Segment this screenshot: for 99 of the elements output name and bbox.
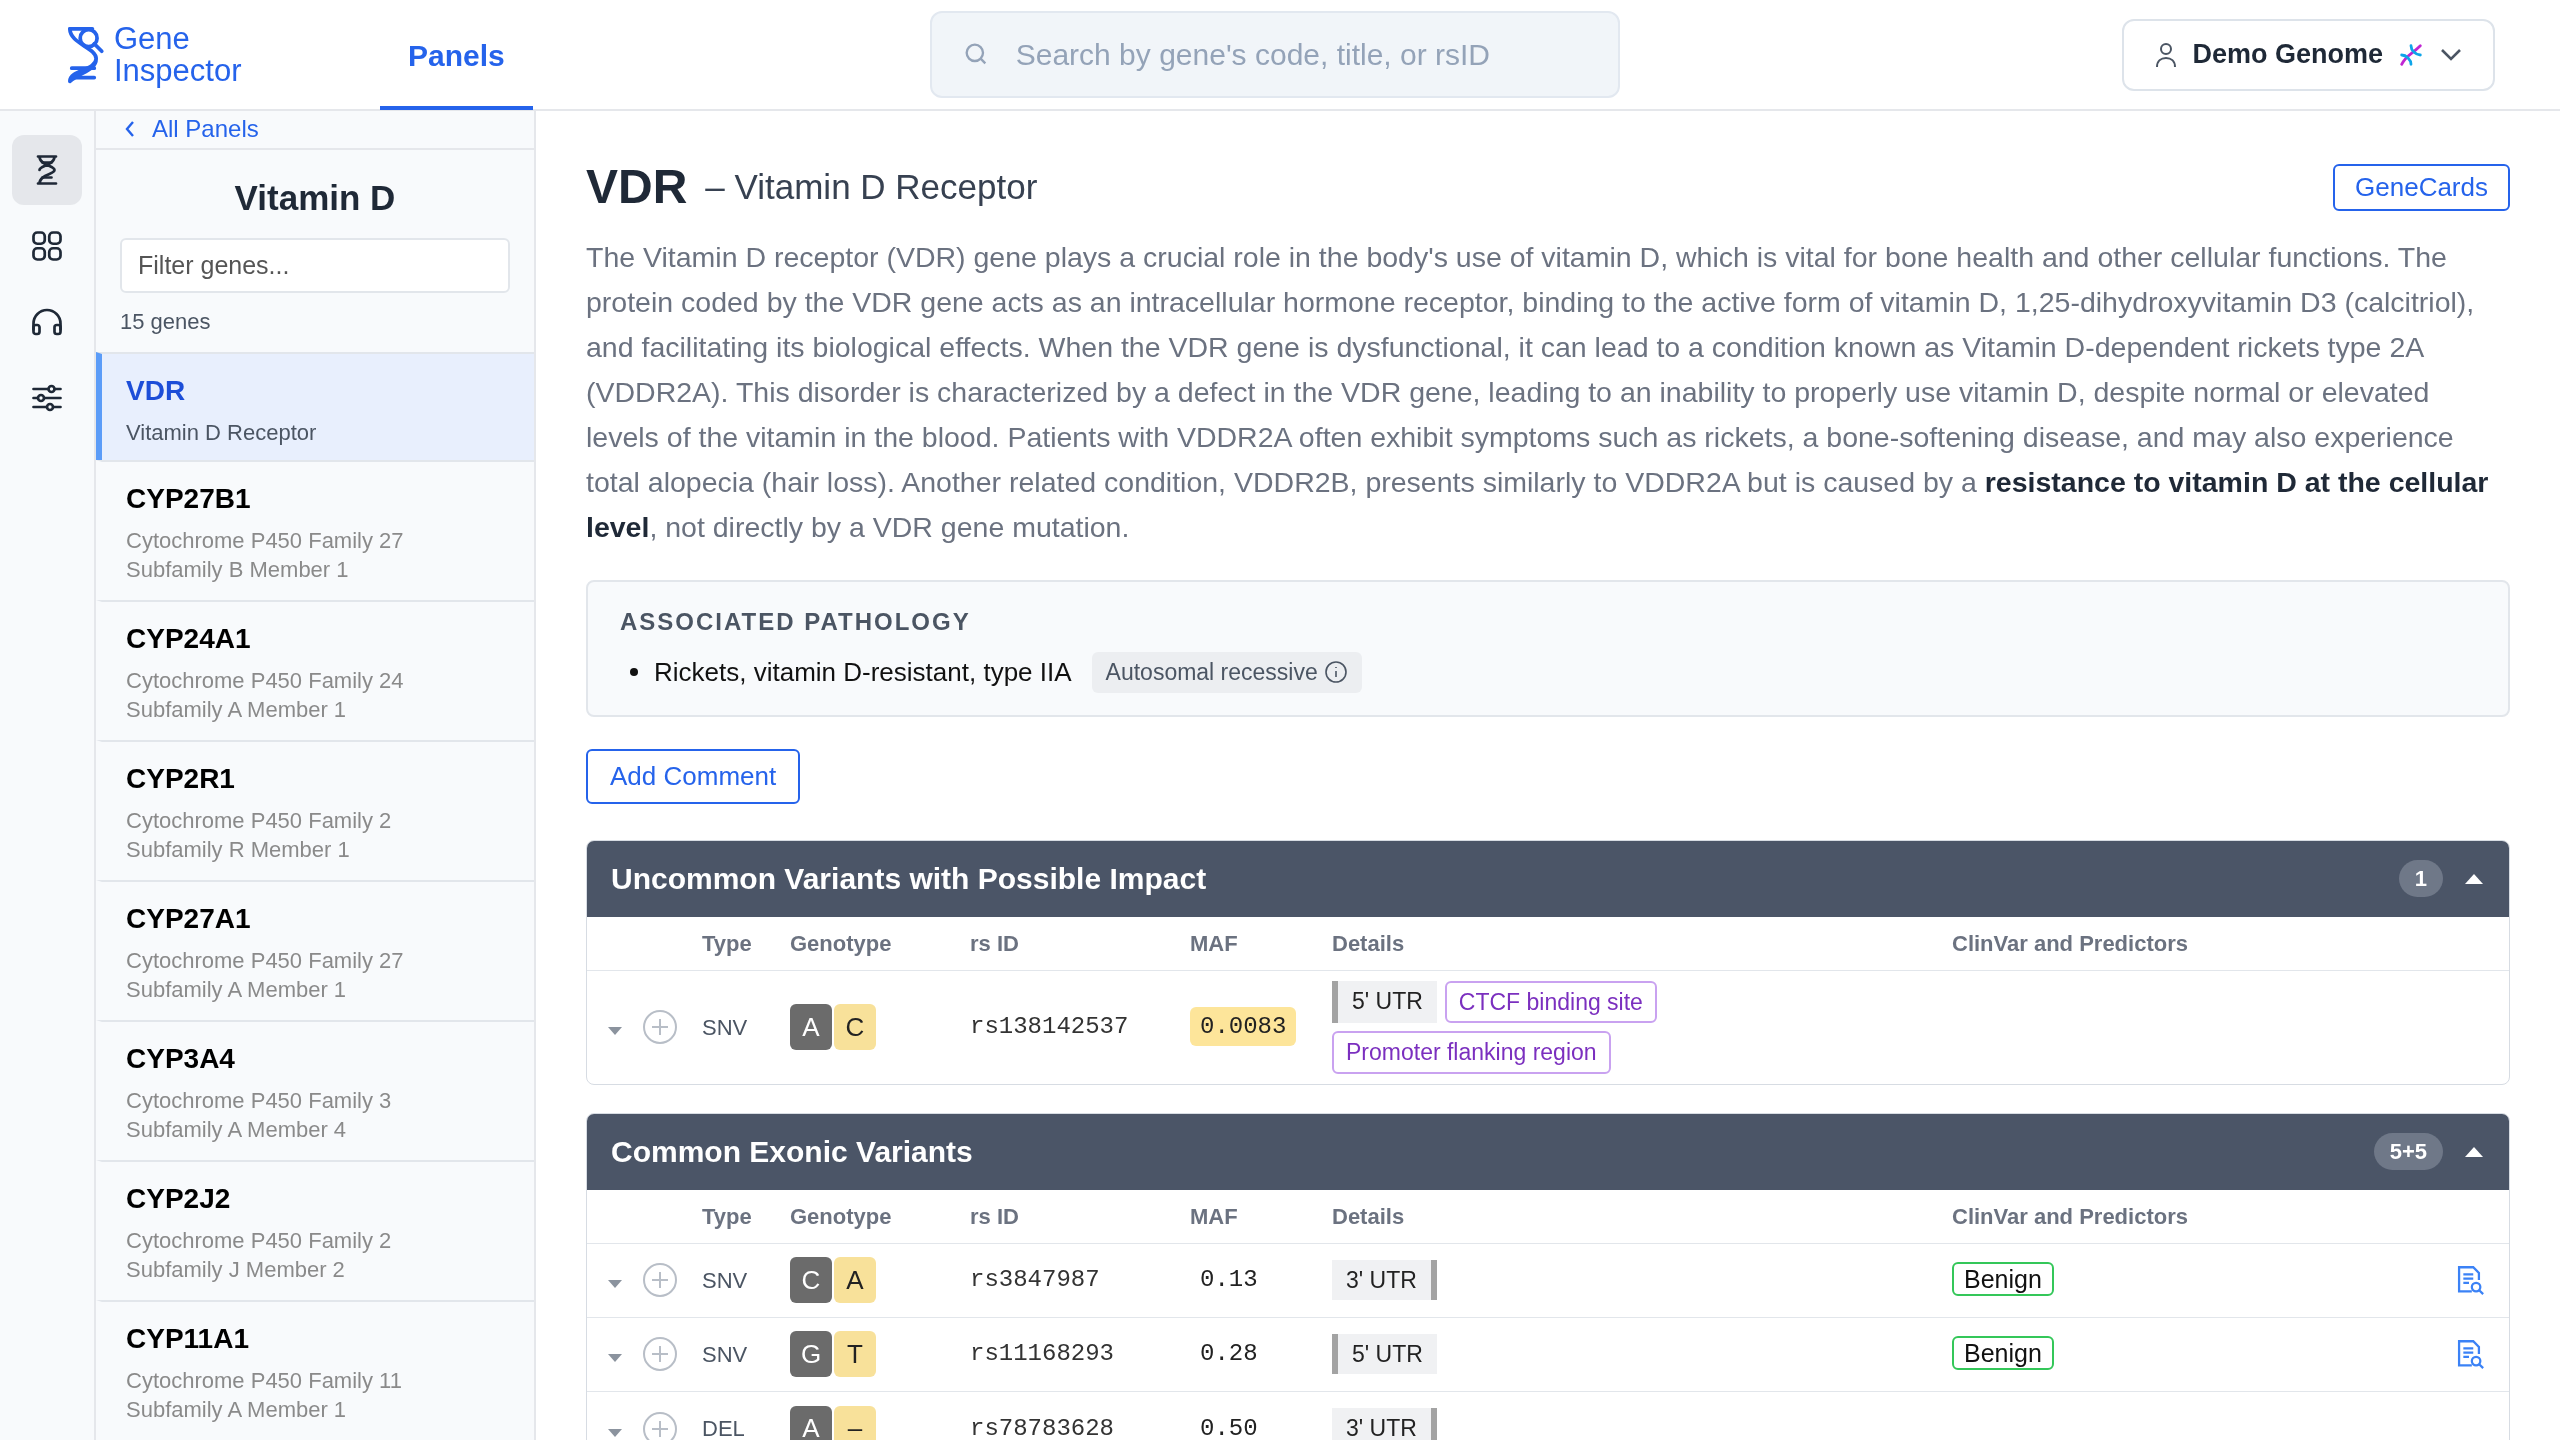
column-header: Type <box>702 929 753 958</box>
profile-button[interactable]: Demo Genome <box>2122 18 2495 91</box>
gene-name: Cytochrome P450 Family 24 Subfamily A Member 1 <box>126 667 405 724</box>
pathology-heading: ASSOCIATED PATHOLOGY <box>620 607 972 637</box>
gene-symbol-title: VDR <box>586 159 688 215</box>
search-field[interactable]: Search by gene's code, title, or rsID <box>929 11 1620 98</box>
column-header: MAF <box>1190 1202 1239 1231</box>
info-icon <box>1323 660 1348 685</box>
add-icon[interactable] <box>642 1009 678 1045</box>
gene-name: Vitamin D Receptor <box>126 419 318 447</box>
add-icon[interactable] <box>642 1410 678 1440</box>
rail-button[interactable] <box>12 135 82 205</box>
gene-list-item[interactable]: CYP24A1 Cytochrome P450 Family 24 Subfamily A Member 1 <box>96 600 534 740</box>
variant-type: SNV <box>702 1340 749 1369</box>
grid-icon <box>29 228 65 264</box>
gene-symbol: VDR <box>126 374 187 408</box>
region-tag: 5' UTR <box>1332 980 1437 1023</box>
gene-count: 15 genes <box>120 308 212 336</box>
gene-list-item[interactable]: VDR Vitamin D Receptor <box>96 352 534 460</box>
region-tag: 5' UTR <box>1332 1333 1437 1375</box>
section-header[interactable]: Common Exonic Variants 5+5 <box>587 1113 2509 1190</box>
add-icon[interactable] <box>642 1262 678 1298</box>
allele: A <box>834 1257 876 1303</box>
column-header: Type <box>702 1202 753 1231</box>
add-comment-button[interactable]: Add Comment <box>586 748 801 804</box>
clinvar-badge: Benign <box>1952 1262 2054 1297</box>
back-link[interactable]: All Panels <box>124 111 259 148</box>
column-header: Details <box>1332 929 1406 958</box>
gene-symbol: CYP11A1 <box>126 1322 250 1356</box>
clinvar-badge: Benign <box>1952 1336 2054 1371</box>
rs-id: rs11168293 <box>970 1339 1116 1369</box>
maf-value: 0.0083 <box>1190 1007 1297 1046</box>
user-icon <box>2154 41 2179 68</box>
gene-symbol: CYP27B1 <box>126 482 252 516</box>
gene-symbol: CYP2J2 <box>126 1182 232 1216</box>
gene-name: Cytochrome P450 Family 27 Subfamily A Member 1 <box>126 947 405 1004</box>
gene-list-item[interactable]: CYP2J2 Cytochrome P450 Family 2 Subfamily J Member 2 <box>96 1160 534 1300</box>
expand-caret-icon[interactable] <box>606 1353 623 1363</box>
maf-value: 0.13 <box>1199 1265 1259 1295</box>
panel-title: Vitamin D <box>233 176 397 219</box>
feature-tag: CTCF binding site <box>1444 980 1657 1023</box>
gene-symbol: CYP3A4 <box>126 1042 236 1076</box>
expand-caret-icon[interactable] <box>606 1026 623 1036</box>
allele: A <box>790 1405 832 1440</box>
chevron-left-icon <box>124 120 136 139</box>
region-tag: 3' UTR <box>1332 1259 1437 1301</box>
gene-symbol: CYP2R1 <box>126 762 236 796</box>
app-logo-text: Gene Inspector <box>114 22 243 87</box>
region-tag: 3' UTR <box>1332 1408 1437 1440</box>
section-title: Common Exonic Variants <box>611 1134 973 1170</box>
gene-list-item[interactable]: CYP11A1 Cytochrome P450 Family 11 Subfamily A Member 1 <box>96 1300 534 1440</box>
genecards-link[interactable]: GeneCards <box>2333 163 2510 211</box>
allele: C <box>834 1004 876 1050</box>
column-header: ClinVar and Predictors <box>1952 929 2189 958</box>
add-icon[interactable] <box>642 1336 678 1372</box>
column-header: Genotype <box>790 1202 893 1231</box>
column-header: Details <box>1332 1202 1406 1231</box>
column-header: MAF <box>1190 929 1239 958</box>
chevron-down-icon <box>2439 46 2463 63</box>
gene-name: Cytochrome P450 Family 2 Subfamily J Member 2 <box>126 1227 393 1284</box>
gene-name: Cytochrome P450 Family 2 Subfamily R Member 1 <box>126 807 393 864</box>
expand-caret-icon[interactable] <box>606 1427 623 1438</box>
section-title: Uncommon Variants with Possible Impact <box>611 861 1207 897</box>
allele: C <box>790 1257 832 1303</box>
column-header: Genotype <box>790 929 893 958</box>
rs-id: rs78783628 <box>970 1413 1116 1440</box>
expand-caret-icon[interactable] <box>606 1279 623 1289</box>
count-badge: 5+5 <box>2373 1133 2443 1170</box>
section-header[interactable]: Uncommon Variants with Possible Impact 1 <box>587 840 2509 917</box>
maf-value: 0.50 <box>1199 1413 1259 1440</box>
column-header: ClinVar and Predictors <box>1952 1202 2189 1231</box>
gene-symbol: CYP24A1 <box>126 622 252 656</box>
filter-field[interactable]: Filter genes... <box>120 238 510 293</box>
rs-id: rs138142537 <box>970 1012 1130 1042</box>
gene-list-item[interactable]: CYP27B1 Cytochrome P450 Family 27 Subfamily B Member 1 <box>96 460 534 600</box>
allele: G <box>790 1331 832 1377</box>
variant-type: SNV <box>702 1266 749 1295</box>
pathology-name: Rickets, vitamin D-resistant, type IIA <box>654 655 1072 689</box>
allele: – <box>834 1405 876 1440</box>
gene-list-item[interactable]: CYP2R1 Cytochrome P450 Family 2 Subfamily R Member 1 <box>96 740 534 880</box>
gene-symbol: CYP27A1 <box>126 902 252 936</box>
gene-list-item[interactable]: CYP3A4 Cytochrome P450 Family 3 Subfamily A Member 4 <box>96 1020 534 1160</box>
inheritance-badge: Autosomal recessive <box>1091 652 1362 693</box>
gene-description: The Vitamin D receptor (VDR) gene plays a crucial role in the body's use of vitamin D, which is vital for bone health and other cellular functions. The protein coded by the VDR gene acts as an intracellular hormone receptor, binding to the active form of vitamin D, 1,25-dihydroxyvitamin D3 (calcitriol), and facilitating its biological effects. When the VDR gene is dysfunctional, it can lead to a condition known as Vitamin D-dependent rickets type 2A (VDDR2A). This disorder is characterized by a defect in the VDR gene, leading to an inability to properly use vitamin D, despite normal or elevated levels of the vitamin in the blood. Patients with VDDR2A often exhibit symptoms such as rickets, a bone-softening disease, and may also experience total alopecia (hair loss). Another related condition, VDDR2B, presents similarly to VDDR2A but is caused by a resistance to vitamin D at the cellular level, not directly by a VDR gene mutation. <box>586 240 2490 545</box>
gene-full-name: – Vitamin D Receptor <box>705 165 1038 208</box>
allele: A <box>790 1004 832 1050</box>
column-header: rs ID <box>970 1202 1020 1231</box>
gene-name: Cytochrome P450 Family 27 Subfamily B Member 1 <box>126 527 405 584</box>
feature-tag: Promoter flanking region <box>1332 1031 1611 1074</box>
gene-name: Cytochrome P450 Family 3 Subfamily A Member 4 <box>126 1087 393 1144</box>
variant-type: SNV <box>702 1013 749 1042</box>
gene-name: Cytochrome P450 Family 11 Subfamily A Member 1 <box>126 1367 403 1424</box>
count-badge: 1 <box>2398 860 2443 897</box>
allele: T <box>834 1331 876 1377</box>
rs-id: rs3847987 <box>970 1265 1101 1295</box>
column-header: rs ID <box>970 929 1020 958</box>
variant-type: DEL <box>702 1415 746 1440</box>
gene-list-item[interactable]: CYP27A1 Cytochrome P450 Family 27 Subfamily A Member 1 <box>96 880 534 1020</box>
maf-value: 0.28 <box>1199 1339 1259 1369</box>
